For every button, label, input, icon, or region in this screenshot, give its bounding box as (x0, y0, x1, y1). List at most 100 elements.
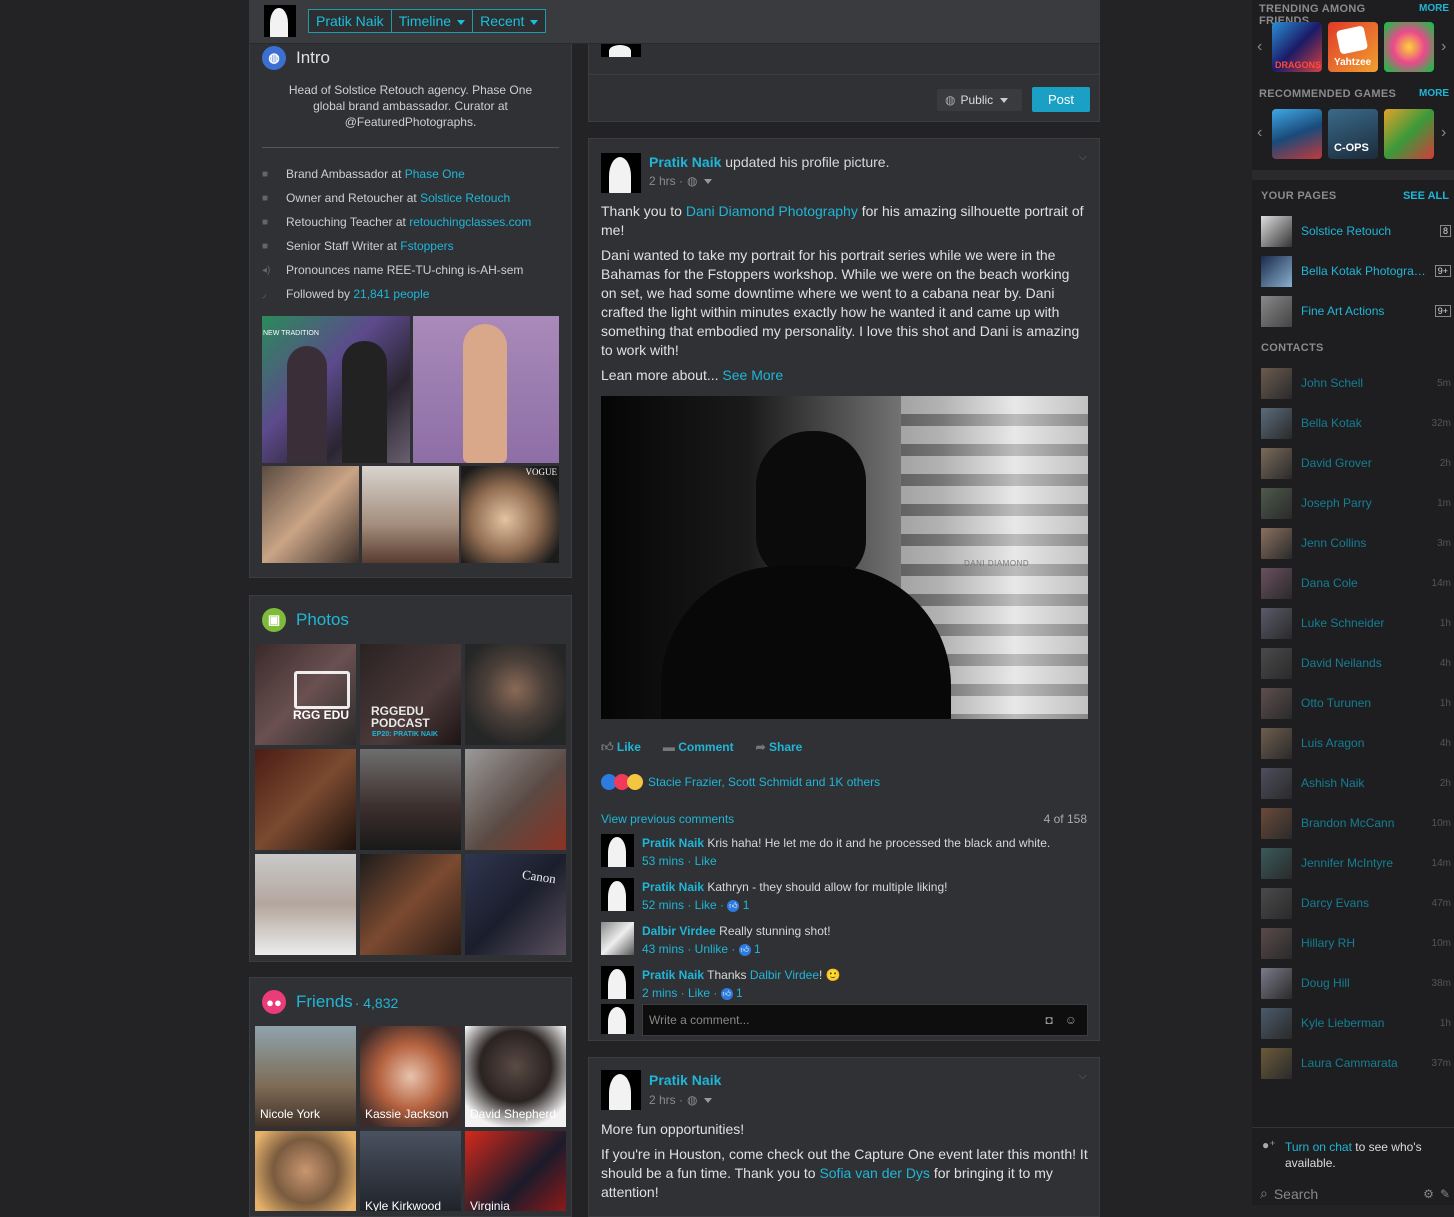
post-photo[interactable]: DANI DIAMOND (601, 396, 1088, 719)
friend-tile[interactable]: Kassie Jackson (360, 1026, 461, 1127)
game-tile[interactable]: DRAGONS (1272, 22, 1322, 72)
intro-item-link[interactable]: Solstice Retouch (420, 191, 510, 205)
contact-item[interactable]: Dana Cole 14m (1261, 567, 1451, 599)
comment-like-count[interactable]: 1 (743, 898, 750, 912)
contacts-search[interactable]: ⌕ Search ⚙ ✎ (1260, 1185, 1450, 1202)
camera-icon[interactable]: ◘ (1045, 1013, 1052, 1027)
chevron-left-icon[interactable]: ‹ (1257, 124, 1262, 142)
photo-thumb[interactable] (360, 749, 461, 850)
commenter-avatar[interactable] (601, 834, 634, 867)
post-mention[interactable]: Dani Diamond Photography (686, 203, 858, 219)
comment-meta[interactable]: 53 mins · Like (642, 854, 717, 868)
gear-icon[interactable]: ⚙ (1423, 1187, 1434, 1201)
contact-item[interactable]: Joseph Parry 1m (1261, 487, 1451, 519)
comment-like-count[interactable]: 1 (754, 942, 761, 956)
photos-title[interactable]: Photos (296, 610, 349, 630)
post-time[interactable]: 2 hrs · (649, 1093, 683, 1107)
contact-item[interactable]: Laura Cammarata 37m (1261, 1047, 1451, 1079)
contact-item[interactable]: Ashish Naik 2h (1261, 767, 1451, 799)
contact-item[interactable]: Hillary RH 10m (1261, 927, 1451, 959)
post-options-chevron-icon[interactable]: ⌵ (1079, 1070, 1087, 1083)
like-button[interactable]: 👍︎ Like (601, 740, 641, 755)
comment-mention[interactable]: Dalbir Virdee (750, 968, 819, 982)
friends-title[interactable]: Friends (296, 992, 353, 1012)
friend-tile[interactable] (255, 1131, 356, 1211)
commenter-name[interactable]: Pratik Naik (642, 836, 704, 850)
contact-item[interactable]: Darcy Evans 47m (1261, 887, 1451, 919)
photo-thumb[interactable]: Canon (465, 854, 566, 955)
featured-photo[interactable] (262, 466, 359, 563)
contact-item[interactable]: Bella Kotak 32m (1261, 407, 1451, 439)
comment-like-count[interactable]: 1 (736, 986, 743, 1000)
photo-thumb[interactable] (360, 854, 461, 955)
intro-item-link[interactable]: Phase One (405, 167, 465, 181)
friend-tile[interactable]: David Shepherd (465, 1026, 566, 1127)
contact-item[interactable]: Luke Schneider 1h (1261, 607, 1451, 639)
game-tile[interactable] (1384, 109, 1434, 159)
comment-button[interactable]: ▬ Comment (663, 740, 734, 755)
comment-meta[interactable]: 52 mins · Like · (642, 898, 727, 912)
commenter-name[interactable]: Dalbir Virdee (642, 924, 716, 938)
recommended-more-link[interactable]: MORE (1419, 88, 1449, 100)
post-author[interactable]: Pratik Naik (649, 154, 721, 170)
intro-item-link[interactable]: retouchingclasses.com (409, 215, 531, 229)
photo-thumb[interactable] (465, 749, 566, 850)
game-tile[interactable] (1384, 22, 1434, 72)
contact-item[interactable]: Brandon McCann 10m (1261, 807, 1451, 839)
photo-thumb[interactable] (465, 644, 566, 745)
post-author[interactable]: Pratik Naik (649, 1072, 721, 1088)
privacy-selector[interactable]: ◍ Public (937, 89, 1022, 111)
contact-item[interactable]: John Schell 5m (1261, 367, 1451, 399)
featured-photo[interactable]: NEW TRADITION (262, 316, 410, 463)
new-message-icon[interactable]: ✎ (1440, 1187, 1450, 1201)
contact-item[interactable]: Doug Hill 38m (1261, 967, 1451, 999)
chevron-down-icon[interactable] (703, 178, 712, 184)
photo-thumb[interactable] (255, 749, 356, 850)
commenter-name[interactable]: Pratik Naik (642, 880, 704, 894)
comment-meta[interactable]: 43 mins · Unlike · (642, 942, 739, 956)
game-tile[interactable]: Yahtzee (1328, 22, 1378, 72)
post-time[interactable]: 2 hrs · (649, 174, 683, 188)
contact-item[interactable]: Jennifer McIntyre 14m (1261, 847, 1451, 879)
view-previous-comments[interactable]: View previous comments (601, 812, 734, 826)
post-author-avatar[interactable] (601, 1070, 641, 1110)
contact-item[interactable]: Luis Aragon 4h (1261, 727, 1451, 759)
followers-link[interactable]: 21,841 people (353, 287, 429, 301)
page-item[interactable]: Fine Art Actions 9+ (1261, 295, 1451, 327)
share-button[interactable]: ➦ Share (756, 740, 803, 755)
intro-item-link[interactable]: Fstoppers (400, 239, 453, 253)
contact-item[interactable]: David Neilands 4h (1261, 647, 1451, 679)
game-tile[interactable] (1272, 109, 1322, 159)
post-button[interactable]: Post (1032, 87, 1091, 112)
page-item[interactable]: Solstice Retouch 8 (1261, 215, 1451, 247)
post-mention[interactable]: Sofia van der Dys (819, 1165, 930, 1181)
contact-item[interactable]: Otto Turunen 1h (1261, 687, 1451, 719)
friend-tile[interactable]: Kyle Kirkwood (360, 1131, 461, 1211)
contact-item[interactable]: Kyle Lieberman 1h (1261, 1007, 1451, 1039)
post-options-chevron-icon[interactable]: ⌵ (1079, 151, 1087, 164)
chevron-right-icon[interactable]: › (1441, 38, 1446, 56)
chevron-down-icon[interactable] (703, 1097, 712, 1103)
featured-photo[interactable] (362, 466, 459, 563)
featured-photo[interactable] (413, 316, 559, 463)
turn-on-chat-link[interactable]: Turn on chat (1285, 1140, 1352, 1154)
sticker-icon[interactable]: ☺ (1065, 1013, 1077, 1027)
reactions-bar[interactable]: Stacie Frazier, Scott Schmidt and 1K oth… (601, 774, 880, 790)
photo-thumb[interactable]: RGG EDU (255, 644, 356, 745)
see-all-link[interactable]: SEE ALL (1403, 190, 1449, 202)
commenter-name[interactable]: Pratik Naik (642, 968, 704, 982)
chevron-left-icon[interactable]: ‹ (1257, 38, 1262, 56)
post-author-avatar[interactable] (601, 153, 641, 193)
page-item[interactable]: Bella Kotak Photography 9+ (1261, 255, 1451, 287)
comment-meta[interactable]: 2 mins · Like · (642, 986, 721, 1000)
contact-item[interactable]: Jenn Collins 3m (1261, 527, 1451, 559)
reactions-summary[interactable]: Stacie Frazier, Scott Schmidt and 1K oth… (648, 775, 880, 789)
friend-tile[interactable]: Nicole York (255, 1026, 356, 1127)
featured-photo[interactable]: VOGUE (461, 466, 559, 563)
chevron-right-icon[interactable]: › (1441, 124, 1446, 142)
photo-thumb[interactable]: RGGEDU PODCAST EP20: PRATIK NAIK (360, 644, 461, 745)
photo-thumb[interactable] (255, 854, 356, 955)
see-more-link[interactable]: See More (722, 367, 783, 383)
game-tile[interactable]: C-OPS (1328, 109, 1378, 159)
contact-item[interactable]: David Grover 2h (1261, 447, 1451, 479)
